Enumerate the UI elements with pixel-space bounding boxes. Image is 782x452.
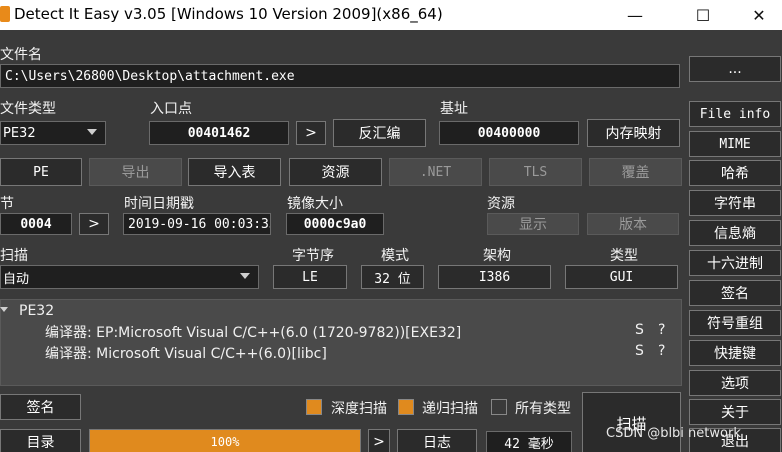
all-types-checkbox[interactable] [491, 399, 507, 415]
sidebar-demangle-button[interactable]: 符号重组 [689, 310, 781, 336]
file-path-field[interactable]: C:\Users\26800\Desktop\attachment.exe [0, 64, 680, 88]
sidebar-signatures-button[interactable]: 签名 [689, 280, 781, 306]
endianness-label: 字节序 [292, 248, 334, 264]
file-name-label: 文件名 [0, 47, 42, 63]
pe-button[interactable]: PE [0, 158, 82, 186]
file-type-label: 文件类型 [0, 101, 56, 117]
sidebar-entropy-button[interactable]: 信息熵 [689, 220, 781, 246]
tls-button[interactable]: TLS [489, 158, 582, 186]
deep-scan-checkbox[interactable] [306, 399, 322, 415]
result-row-1-info[interactable]: ? [658, 322, 665, 338]
window-title: Detect It Easy v3.05 [Windows 10 Version… [14, 5, 443, 23]
all-types-label: 所有类型 [515, 401, 571, 417]
browse-button[interactable]: ... [689, 56, 781, 82]
mode-label: 模式 [381, 248, 409, 264]
resources-label: 资源 [487, 196, 515, 212]
sidebar-strings-button[interactable]: 字符串 [689, 190, 781, 216]
deep-scan-label: 深度扫描 [331, 401, 387, 417]
directory-button[interactable]: 目录 [0, 429, 81, 452]
signatures-button[interactable]: 签名 [0, 394, 81, 420]
image-size-field[interactable]: 0000c9a0 [286, 213, 384, 235]
scan-mode-select[interactable]: 自动 [0, 265, 259, 289]
sidebar-hex-button[interactable]: 十六进制 [689, 250, 781, 276]
watermark-text: CSDN @blbi network [606, 426, 741, 441]
base-address-field[interactable]: 00400000 [439, 121, 579, 145]
sidebar-options-button[interactable]: 选项 [689, 370, 781, 396]
sections-go-button[interactable]: > [79, 213, 109, 235]
sidebar-shortcuts-button[interactable]: 快捷键 [689, 340, 781, 366]
type-label: 类型 [610, 248, 638, 264]
result-row-2-flag: S [635, 343, 644, 359]
result-row-2-info[interactable]: ? [658, 343, 665, 359]
scan-progress-bar: 100% [89, 429, 361, 452]
base-address-label: 基址 [440, 101, 468, 117]
chevron-down-icon [240, 273, 250, 279]
recursive-scan-label: 递归扫描 [422, 401, 478, 417]
scan-results-tree[interactable]: PE32 编译器: EP:Microsoft Visual C/C++(6.0 … [0, 299, 682, 386]
scan-button[interactable]: 扫描 [582, 392, 681, 452]
maximize-button[interactable]: ☐ [680, 0, 726, 30]
close-button[interactable]: ✕ [736, 0, 782, 30]
export-button[interactable]: 导出 [89, 158, 182, 186]
sidebar-hash-button[interactable]: 哈希 [689, 160, 781, 186]
result-row-2[interactable]: 编译器: Microsoft Visual C/C++(6.0)[libc] [45, 343, 327, 363]
sidebar-file-info-button[interactable]: File info [689, 101, 781, 127]
title-bar: Detect It Easy v3.05 [Windows 10 Version… [0, 0, 782, 30]
file-type-select[interactable]: PE32 [0, 121, 106, 145]
result-row-1[interactable]: 编译器: EP:Microsoft Visual C/C++(6.0 (1720… [45, 322, 461, 342]
log-button[interactable]: 日志 [397, 429, 477, 452]
sections-label: 节 [0, 196, 14, 212]
sections-count-field[interactable]: 0004 [0, 213, 72, 235]
resource-show-button[interactable]: 显示 [487, 213, 579, 235]
sidebar-mime-button[interactable]: MIME [689, 131, 781, 157]
memory-map-button[interactable]: 内存映射 [587, 119, 680, 147]
overlay-button[interactable]: 覆盖 [589, 158, 682, 186]
scan-label: 扫描 [0, 248, 28, 264]
resource-version-button[interactable]: 版本 [587, 213, 679, 235]
scan-mode-value: 自动 [3, 271, 30, 287]
chevron-down-icon [87, 129, 97, 135]
resources-button[interactable]: 资源 [289, 158, 382, 186]
architecture-value: I386 [438, 265, 551, 289]
result-row-1-flag: S [635, 322, 644, 338]
endianness-value: LE [273, 265, 347, 289]
import-table-button[interactable]: 导入表 [188, 158, 281, 186]
entry-point-field[interactable]: 00401462 [149, 121, 289, 145]
entry-point-label: 入口点 [150, 101, 192, 117]
architecture-label: 架构 [483, 248, 511, 264]
progress-go-button[interactable]: > [368, 429, 390, 452]
recursive-scan-checkbox[interactable] [398, 399, 414, 415]
disassemble-button[interactable]: 反汇编 [333, 119, 426, 147]
app-icon [0, 6, 10, 22]
file-type-value: PE32 [3, 125, 36, 141]
tree-collapse-icon[interactable] [0, 307, 8, 312]
entry-go-button[interactable]: > [296, 121, 326, 145]
sidebar-about-button[interactable]: 关于 [689, 399, 781, 425]
timestamp-label: 时间日期戳 [124, 196, 194, 212]
minimize-button[interactable]: — [612, 0, 658, 30]
bits-value: 32 位 [361, 265, 424, 289]
timestamp-field[interactable]: 2019-09-16 00:03:33 [123, 213, 271, 235]
tree-root-pe32[interactable]: PE32 [19, 303, 54, 319]
type-value: GUI [565, 265, 678, 289]
image-size-label: 镜像大小 [287, 196, 343, 212]
dotnet-button[interactable]: .NET [389, 158, 482, 186]
elapsed-time: 42 毫秒 [486, 431, 572, 452]
